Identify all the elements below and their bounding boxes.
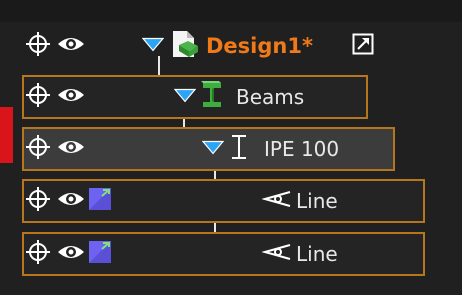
- tree-row-line-2[interactable]: Line: [22, 232, 425, 276]
- triangle-down-icon[interactable]: [173, 88, 197, 107]
- eye-icon[interactable]: [57, 34, 85, 58]
- crosshair-icon[interactable]: [25, 239, 51, 269]
- status-marker: [0, 107, 13, 163]
- crosshair-icon[interactable]: [25, 134, 51, 164]
- line-segment-icon: [261, 242, 292, 266]
- crosshair-icon[interactable]: [25, 31, 51, 61]
- design-label: Design1*: [206, 34, 313, 58]
- beams-label: Beams: [236, 85, 305, 109]
- eye-icon[interactable]: [57, 137, 85, 161]
- tree-row-beams[interactable]: Beams: [22, 75, 368, 119]
- layer-color-icon[interactable]: [88, 187, 112, 215]
- eye-icon[interactable]: [57, 189, 85, 213]
- eye-icon[interactable]: [57, 242, 85, 266]
- tree-row-profile[interactable]: IPE 100: [22, 127, 395, 171]
- tree-row-line-1[interactable]: Line: [22, 179, 425, 223]
- i-beam-profile-icon: [230, 134, 248, 164]
- model-tree-panel: Design1* Beams IPE 100 Line Line: [0, 0, 462, 295]
- panel-header-strip: [0, 0, 462, 22]
- line-label-1: Line: [296, 189, 338, 213]
- line-segment-icon: [261, 189, 292, 213]
- layer-color-icon[interactable]: [88, 240, 112, 268]
- line-label-2: Line: [296, 242, 338, 266]
- tree-row-design[interactable]: Design1*: [22, 24, 402, 68]
- triangle-down-icon[interactable]: [141, 37, 165, 56]
- eye-icon[interactable]: [57, 85, 85, 109]
- open-external-icon[interactable]: [352, 33, 374, 59]
- design-document-icon: [170, 29, 200, 63]
- triangle-down-icon[interactable]: [201, 140, 225, 159]
- crosshair-icon[interactable]: [25, 82, 51, 112]
- beam-icon: [200, 80, 224, 114]
- crosshair-icon[interactable]: [25, 186, 51, 216]
- profile-label: IPE 100: [264, 137, 340, 161]
